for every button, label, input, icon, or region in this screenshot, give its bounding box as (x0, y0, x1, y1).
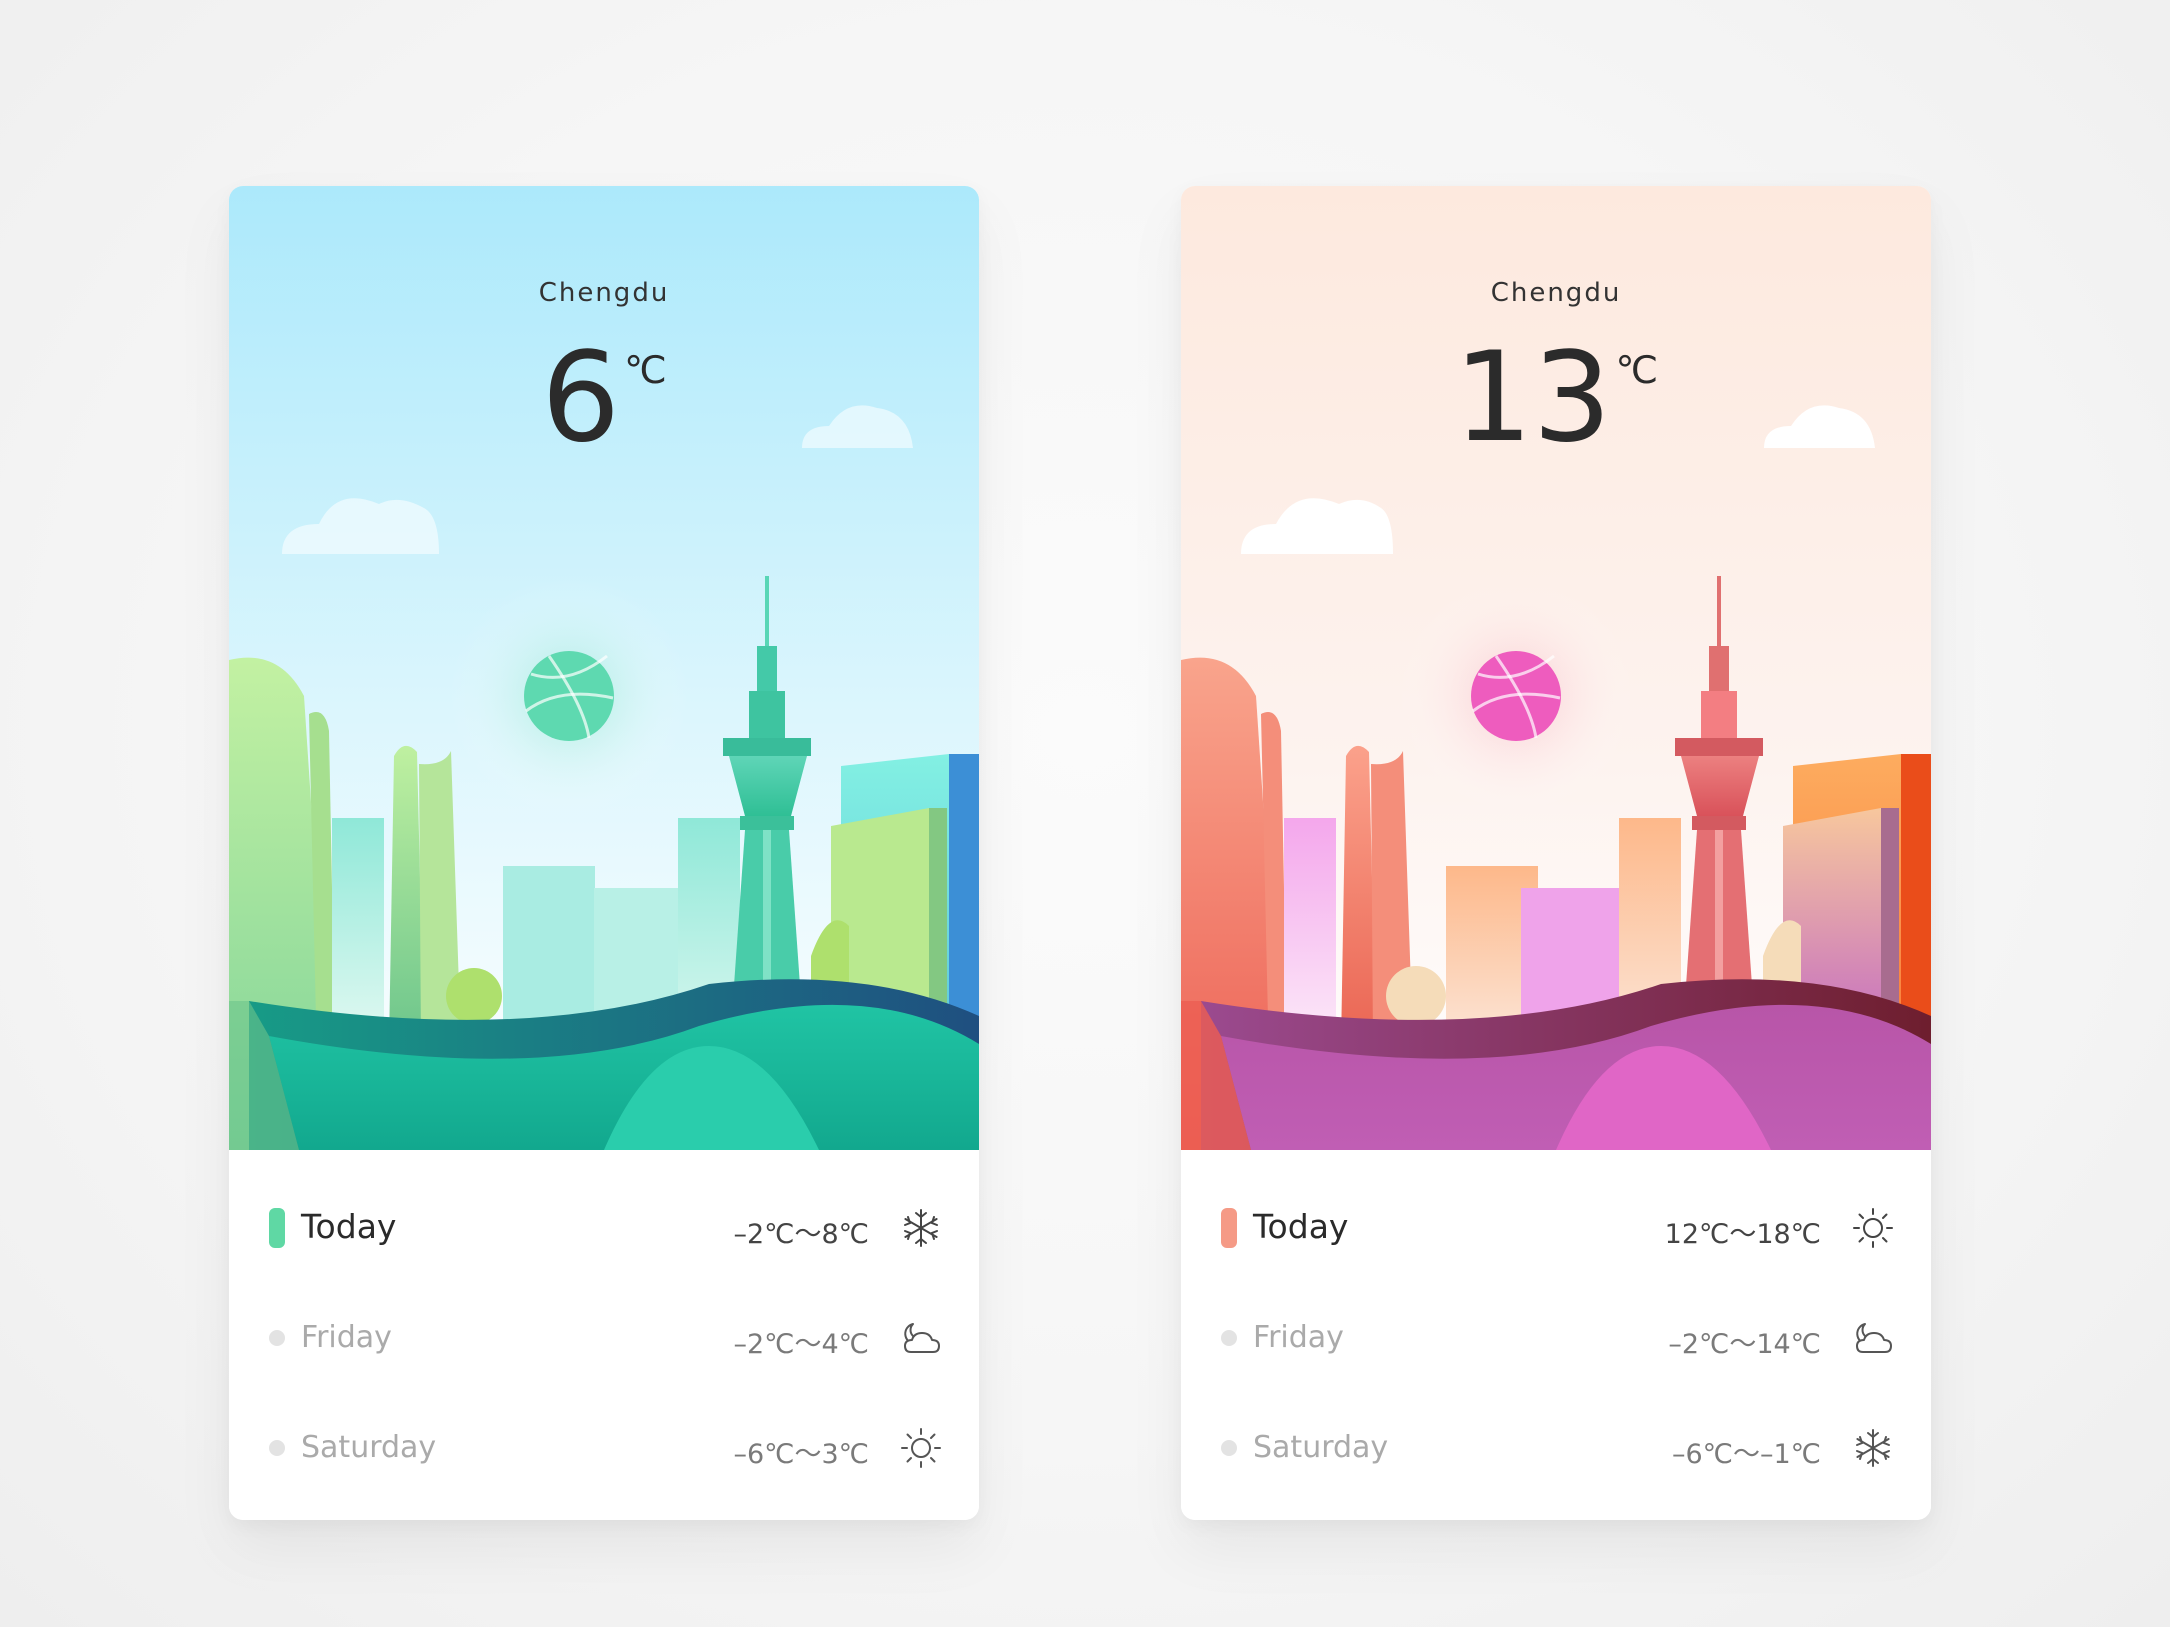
temperature-unit: ℃ (624, 348, 667, 392)
forecast-range: –2℃～4℃ (733, 1329, 869, 1360)
cloudy-moon-icon (1856, 1323, 1892, 1353)
forecast-row-today[interactable]: Today 12℃～18℃ (1181, 1188, 1931, 1268)
today-indicator (1221, 1208, 1237, 1248)
snowflake-icon (904, 1209, 938, 1247)
forecast-range: –6℃～–1℃ (1671, 1439, 1821, 1470)
showcase-background: Chengdu 6 ℃ Today –2℃～8℃ Friday –2℃～4℃ S… (0, 0, 2170, 1627)
forecast-day: Friday (301, 1320, 392, 1355)
forecast-day: Friday (1253, 1320, 1344, 1355)
sun-icon (901, 1428, 941, 1468)
day-dot (269, 1330, 285, 1346)
weather-card-cool[interactable]: Chengdu 6 ℃ Today –2℃～8℃ Friday –2℃～4℃ S… (229, 186, 979, 1520)
forecast-day: Saturday (301, 1430, 437, 1465)
forecast-row-today[interactable]: Today –2℃～8℃ (229, 1188, 979, 1268)
forecast-list: Today 12℃～18℃ Friday –2℃～14℃ Saturday –6… (1181, 1150, 1931, 1520)
forecast-range: –2℃～14℃ (1668, 1329, 1821, 1360)
snowflake-icon (1856, 1429, 1890, 1467)
day-dot (269, 1440, 285, 1456)
city-name: Chengdu (1490, 278, 1622, 308)
forecast-row-saturday[interactable]: Saturday –6℃～–1℃ (1181, 1408, 1931, 1488)
day-dot (1221, 1330, 1237, 1346)
current-temperature: 13 ℃ (1181, 336, 1931, 460)
temperature-value: 13 (1453, 326, 1612, 470)
forecast-row-friday[interactable]: Friday –2℃～14℃ (1181, 1298, 1931, 1378)
today-indicator (269, 1208, 285, 1248)
forecast-range: –6℃～3℃ (733, 1439, 869, 1470)
temperature-value: 6 (541, 326, 621, 470)
sun-icon (1853, 1208, 1893, 1248)
day-dot (1221, 1440, 1237, 1456)
forecast-day: Today (301, 1207, 397, 1246)
weather-card-warm[interactable]: Chengdu 13 ℃ Today 12℃～18℃ Friday –2℃～14… (1181, 186, 1931, 1520)
forecast-list: Today –2℃～8℃ Friday –2℃～4℃ Saturday –6℃～… (229, 1150, 979, 1520)
current-temperature: 6 ℃ (229, 336, 979, 460)
city-name: Chengdu (538, 278, 670, 308)
forecast-range: 12℃～18℃ (1664, 1219, 1821, 1250)
cloudy-moon-icon (904, 1323, 940, 1353)
temperature-unit: ℃ (1615, 348, 1659, 392)
forecast-day: Saturday (1253, 1430, 1389, 1465)
forecast-row-friday[interactable]: Friday –2℃～4℃ (229, 1298, 979, 1378)
forecast-day: Today (1253, 1207, 1349, 1246)
forecast-row-saturday[interactable]: Saturday –6℃～3℃ (229, 1408, 979, 1488)
forecast-range: –2℃～8℃ (733, 1219, 869, 1250)
